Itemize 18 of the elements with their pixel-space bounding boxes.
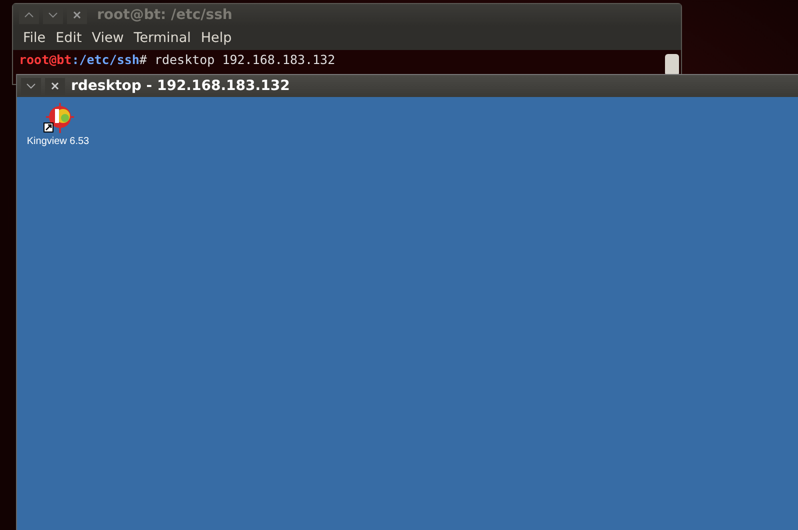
maximize-button[interactable] xyxy=(21,78,41,94)
window-title: root@bt: /etc/ssh xyxy=(97,7,232,23)
icon-label: Kingview 6.53 xyxy=(26,136,90,147)
chevron-down-icon xyxy=(26,83,36,89)
scrollbar[interactable] xyxy=(665,54,679,76)
menu-item[interactable]: Edit xyxy=(56,30,82,46)
menu-item[interactable]: Terminal xyxy=(134,30,191,46)
close-icon xyxy=(73,11,81,19)
menu-item[interactable]: View xyxy=(92,30,124,46)
chevron-down-icon xyxy=(48,12,58,18)
window-title: rdesktop - 192.168.183.132 xyxy=(71,78,290,94)
chevron-up-icon xyxy=(24,12,34,18)
app-shortcut-icon[interactable] xyxy=(41,103,75,133)
menu-item[interactable]: File xyxy=(23,30,46,46)
close-icon xyxy=(51,82,59,90)
close-button[interactable] xyxy=(45,78,65,94)
command-line: root@bt:/etc/ssh# rdesktop 192.168.183.132 xyxy=(19,52,336,69)
menu-item[interactable]: Help xyxy=(200,30,232,46)
